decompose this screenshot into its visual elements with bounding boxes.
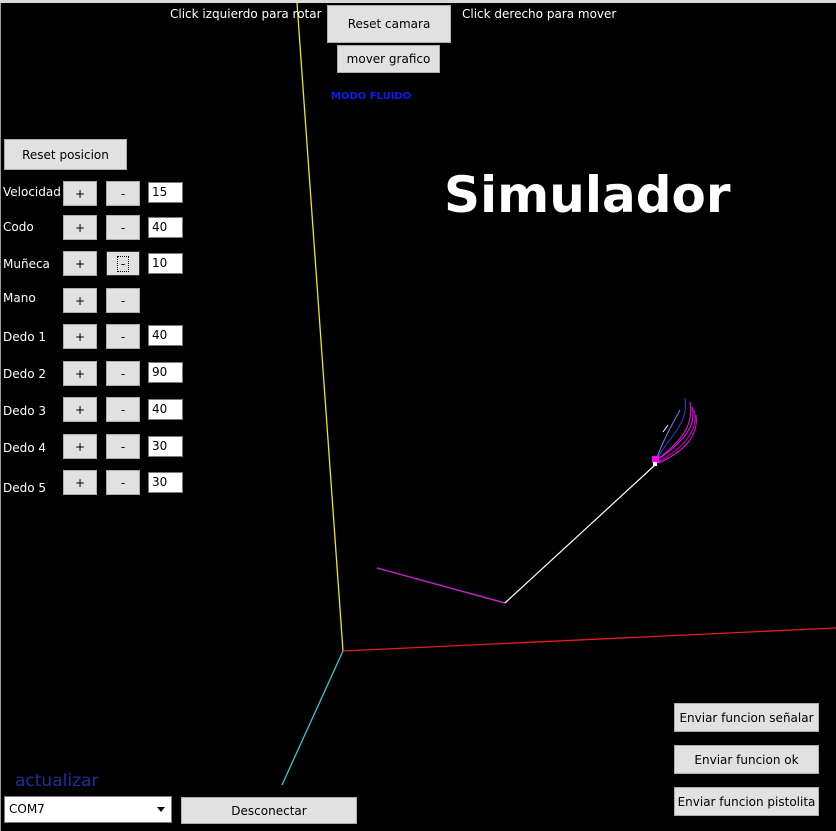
mano-plus-button[interactable]: + bbox=[63, 288, 97, 313]
codo-value-field[interactable]: 40 bbox=[148, 217, 183, 238]
control-label-dedo-2: Dedo 2 bbox=[3, 367, 47, 381]
control-label-dedo-3: Dedo 3 bbox=[3, 404, 47, 418]
codo-plus-button[interactable]: + bbox=[63, 215, 97, 240]
dedo-2-minus-button[interactable]: - bbox=[106, 361, 140, 386]
x-axis bbox=[342, 627, 836, 652]
send-ok-function-button[interactable]: Enviar funcion ok bbox=[674, 745, 819, 774]
wrist-joint-core bbox=[653, 462, 657, 466]
dedo-1-plus-button[interactable]: + bbox=[63, 324, 97, 349]
dedo-5-plus-button[interactable]: + bbox=[63, 470, 97, 495]
muneca-plus-button[interactable]: + bbox=[63, 251, 97, 276]
velocidad-minus-button[interactable]: - bbox=[106, 181, 140, 206]
codo-minus-button[interactable]: - bbox=[106, 215, 140, 240]
refresh-ports-link[interactable]: actualizar bbox=[15, 771, 98, 791]
muneca-minus-button[interactable]: - bbox=[106, 251, 140, 276]
mano-minus-button[interactable]: - bbox=[106, 288, 140, 313]
reset-camera-button[interactable]: Reset camara bbox=[327, 5, 451, 43]
control-label-dedo-1: Dedo 1 bbox=[3, 330, 47, 344]
arm-segment bbox=[504, 464, 656, 604]
mode-label: MODO FLUIDO bbox=[331, 91, 412, 102]
dedo-4-value-field[interactable]: 30 bbox=[148, 436, 183, 457]
control-label-mano: Mano bbox=[3, 291, 36, 305]
control-label-dedo-4: Dedo 4 bbox=[3, 441, 47, 455]
move-graph-button[interactable]: mover grafico bbox=[337, 45, 440, 73]
muneca-minus-label: - bbox=[116, 255, 130, 272]
dedo-5-value-field[interactable]: 30 bbox=[148, 472, 183, 493]
velocidad-value-field[interactable]: 15 bbox=[148, 182, 183, 203]
port-select-value: COM7 bbox=[9, 802, 45, 816]
control-label-velocidad: Velocidad bbox=[3, 185, 61, 199]
dedo-3-value-field[interactable]: 40 bbox=[148, 399, 183, 420]
dedo-3-plus-button[interactable]: + bbox=[63, 397, 97, 422]
control-label-codo: Codo bbox=[3, 220, 34, 234]
page-title: Simulador bbox=[444, 166, 731, 224]
dedo-2-plus-button[interactable]: + bbox=[63, 361, 97, 386]
velocidad-plus-button[interactable]: + bbox=[63, 181, 97, 206]
move-hint: Click derecho para mover bbox=[462, 7, 617, 21]
chevron-down-icon bbox=[157, 807, 165, 812]
dedo-5-minus-button[interactable]: - bbox=[106, 470, 140, 495]
send-point-function-button[interactable]: Enviar funcion señalar bbox=[674, 703, 819, 732]
dedo-1-minus-button[interactable]: - bbox=[106, 324, 140, 349]
dedo-3-minus-button[interactable]: - bbox=[106, 397, 140, 422]
send-gun-function-button[interactable]: Enviar funcion pistolita bbox=[674, 787, 819, 816]
rotate-hint: Click izquierdo para rotar bbox=[170, 7, 322, 21]
control-label-muneca: Muñeca bbox=[3, 257, 50, 271]
wrist-joint bbox=[652, 456, 659, 463]
dedo-2-value-field[interactable]: 90 bbox=[148, 362, 183, 383]
port-select[interactable]: COM7 bbox=[4, 796, 172, 823]
reset-position-button[interactable]: Reset posicion bbox=[4, 139, 127, 170]
forearm-segment bbox=[376, 567, 506, 604]
disconnect-button[interactable]: Desconectar bbox=[181, 797, 357, 824]
control-label-dedo-5: Dedo 5 bbox=[3, 481, 47, 495]
hand-model bbox=[654, 397, 697, 464]
dedo-4-plus-button[interactable]: + bbox=[63, 434, 97, 459]
z-axis bbox=[281, 650, 344, 786]
dedo-4-minus-button[interactable]: - bbox=[106, 434, 140, 459]
muneca-value-field[interactable]: 10 bbox=[148, 253, 183, 274]
dedo-1-value-field[interactable]: 40 bbox=[148, 325, 183, 346]
